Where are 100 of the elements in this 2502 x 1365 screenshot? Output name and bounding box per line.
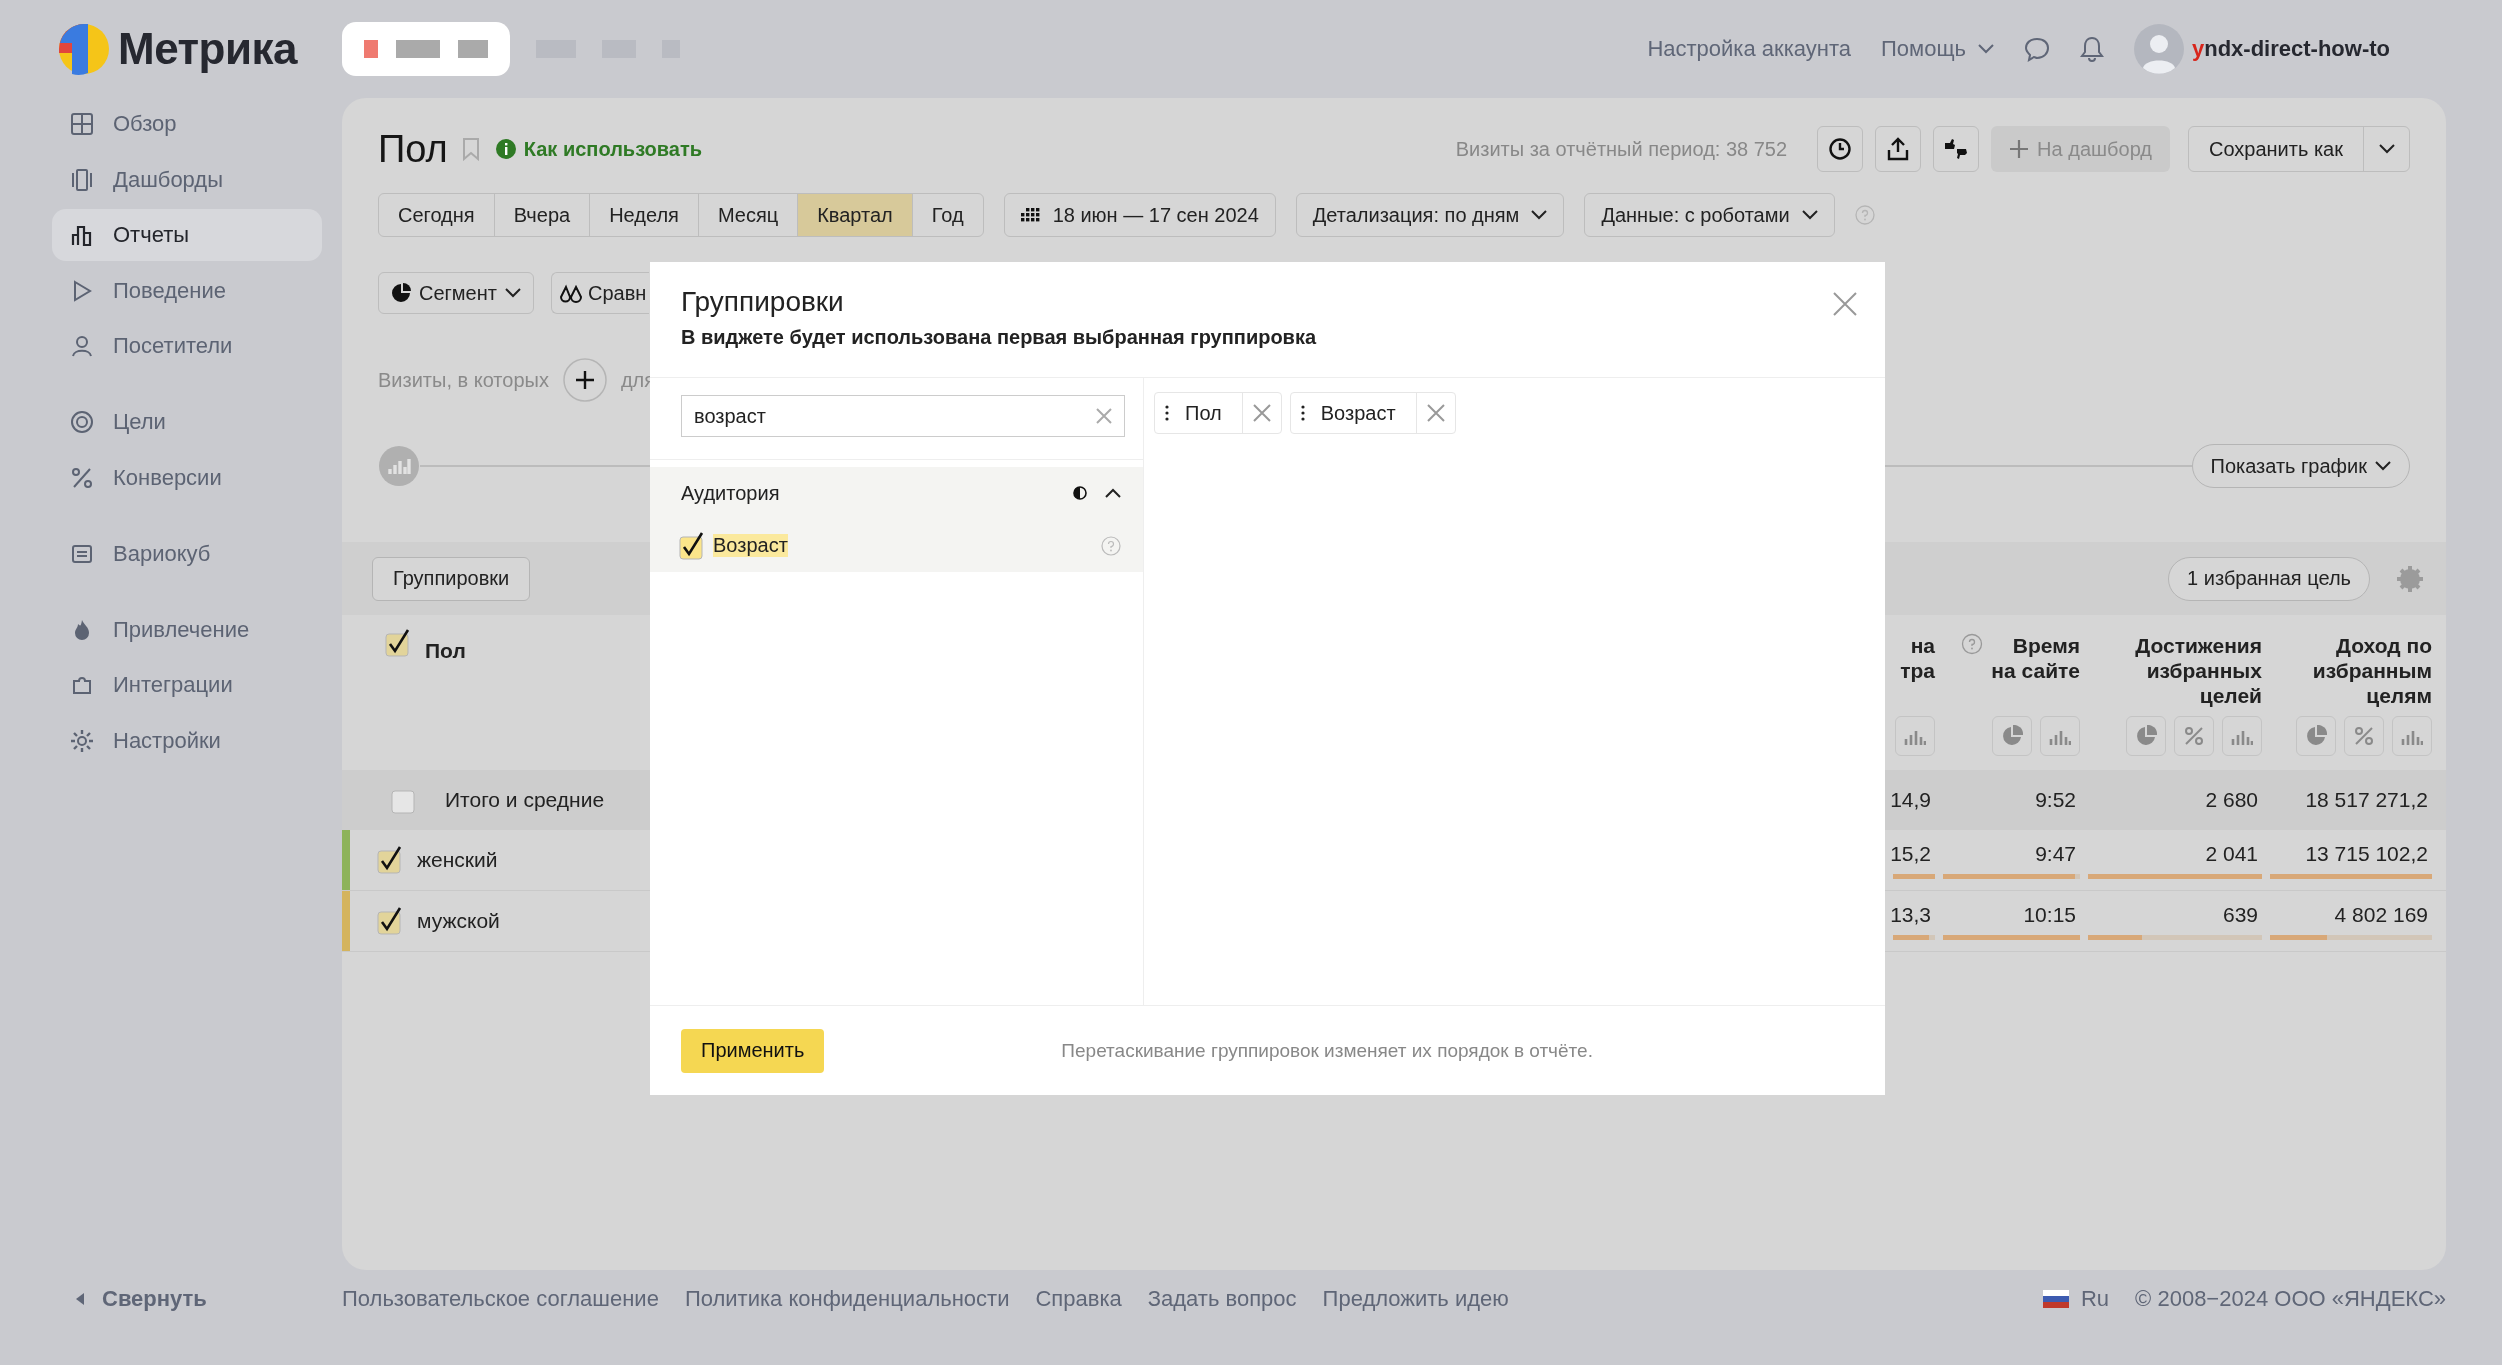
percent-icon xyxy=(2184,726,2204,746)
caret-icon xyxy=(2375,461,2391,471)
chevron-up-icon[interactable] xyxy=(1105,488,1121,498)
chat-icon[interactable] xyxy=(2024,36,2050,62)
row-label: Итого и средние xyxy=(445,788,605,812)
chart-toggle-button[interactable] xyxy=(2126,716,2166,756)
percent-icon xyxy=(70,465,94,490)
caret-icon xyxy=(2378,144,2395,154)
clear-icon[interactable] xyxy=(1096,408,1112,424)
person-icon xyxy=(70,334,94,358)
period-tab[interactable]: Сегодня xyxy=(379,194,495,236)
panels-icon xyxy=(70,167,94,192)
sidebar-item[interactable]: Цели xyxy=(52,396,322,448)
help-menu[interactable]: Помощь xyxy=(1881,36,1994,62)
export-button[interactable] xyxy=(1875,126,1922,172)
bell-icon[interactable] xyxy=(2080,36,2104,62)
sidebar-item[interactable]: Интеграции xyxy=(52,659,322,711)
date-range-button[interactable]: 18 июн — 17 сен 2024 xyxy=(1003,193,1276,237)
checkbox[interactable] xyxy=(679,531,705,560)
table-cell-text: 13 715 102,2 xyxy=(2305,841,2429,866)
add-condition-icon[interactable] xyxy=(562,358,607,402)
hint-text: Перетаскивание группировок изменяет их порядок в отчёте. xyxy=(1061,1039,1593,1062)
chart-toggle-button[interactable] xyxy=(2174,716,2214,756)
sidebar-item[interactable]: Отчеты xyxy=(52,209,322,261)
drag-handle-icon xyxy=(1300,405,1305,421)
table-cell-text: 639 xyxy=(2222,902,2259,927)
drag-handle-icon xyxy=(1165,405,1169,421)
period-tab[interactable]: Неделя xyxy=(590,194,699,236)
data-dropdown[interactable]: Данные: с роботами xyxy=(1584,193,1835,237)
apply-button[interactable]: Применить xyxy=(681,1028,825,1073)
percent-icon xyxy=(2354,726,2374,746)
period-tab[interactable]: Вчера xyxy=(494,194,591,236)
chart-toggle-button[interactable] xyxy=(2222,716,2262,756)
search-field[interactable]: возраст xyxy=(681,395,1125,437)
footer-link[interactable]: Задать вопрос xyxy=(1147,1285,1297,1312)
help-icon[interactable] xyxy=(1101,535,1121,556)
checkbox[interactable] xyxy=(377,907,403,935)
detail-dropdown[interactable]: Детализация: по дням xyxy=(1295,193,1565,237)
chart-icon[interactable] xyxy=(378,445,420,487)
table-cell-text: 9:52 xyxy=(2035,788,2077,812)
filter-label: Визиты, в которых xyxy=(378,368,549,392)
language-link[interactable]: Ru xyxy=(2081,1285,2110,1312)
flag-icon[interactable] xyxy=(2043,1289,2069,1308)
pie-icon xyxy=(2135,725,2157,747)
pie-icon xyxy=(2305,725,2327,747)
info-icon xyxy=(495,139,516,159)
period-tab[interactable]: Год xyxy=(912,194,983,236)
table-cell-text: 15,2 xyxy=(1890,841,1932,866)
history-button[interactable] xyxy=(1817,126,1864,172)
feedback-button[interactable] xyxy=(1933,126,1980,172)
bookmark-icon[interactable] xyxy=(461,137,480,161)
sidebar-item[interactable]: Привлечение xyxy=(52,603,322,656)
table-cell-text: 2 680 xyxy=(2205,788,2259,812)
close-icon xyxy=(1252,404,1271,422)
chart-toggle-button[interactable] xyxy=(2392,716,2432,756)
table-cell-text: 2 041 xyxy=(2205,841,2259,866)
sidebar-item[interactable]: Поведение xyxy=(52,264,322,317)
sidebar-item[interactable]: Обзор xyxy=(52,98,322,150)
sidebar-item[interactable]: Дашборды xyxy=(52,153,322,206)
drops-icon xyxy=(559,283,582,303)
avatar-icon[interactable] xyxy=(2134,24,2184,74)
help-icon[interactable] xyxy=(1961,633,1983,655)
blurred-tab[interactable] xyxy=(342,22,510,76)
logo-text: Метрика xyxy=(118,24,297,74)
user-name[interactable]: yndx-direct-how-to xyxy=(2192,36,2390,62)
chart-toggle-button[interactable] xyxy=(1895,716,1935,756)
section-title[interactable]: Аудитория xyxy=(681,481,780,505)
sidebar-item[interactable]: Конверсии xyxy=(52,451,322,504)
compare-button[interactable]: Сравн xyxy=(550,272,649,314)
period-tab[interactable]: Квартал xyxy=(798,194,913,236)
sidebar-item[interactable]: Настройки xyxy=(52,714,322,767)
footer-link[interactable]: Предложить идею xyxy=(1322,1285,1509,1312)
copyright: © 2008−2024 ООО «ЯНДЕКС» xyxy=(2135,1285,2446,1312)
column-heading: Доход по избранным целям xyxy=(2311,633,2432,708)
footer-link[interactable]: Пользовательское соглашение xyxy=(342,1285,659,1312)
close-icon[interactable] xyxy=(1833,292,1857,316)
caret-icon xyxy=(1531,210,1548,220)
help-link[interactable]: Как использовать xyxy=(495,137,703,161)
segment-button[interactable]: Сегмент xyxy=(378,272,534,314)
option-label[interactable]: Возраст xyxy=(713,534,788,557)
groupings-button[interactable]: Группировки xyxy=(372,556,531,601)
checkbox[interactable] xyxy=(377,846,403,874)
footer-link[interactable]: Справка xyxy=(1035,1285,1122,1312)
table-cell-text: 10:15 xyxy=(2023,902,2077,927)
checkbox[interactable] xyxy=(385,629,411,657)
upload-icon xyxy=(1886,136,1911,162)
table-cell-text: 18 517 271,2 xyxy=(2305,788,2429,812)
chart-toggle-button[interactable] xyxy=(2040,716,2080,756)
chart-toggle-button[interactable] xyxy=(1992,716,2032,756)
sidebar-item[interactable]: Посетители xyxy=(52,320,322,372)
account-settings-link[interactable]: Настройка аккаунта xyxy=(1647,36,1851,62)
collapse-button[interactable]: Свернуть xyxy=(76,1285,207,1312)
contrast-icon[interactable] xyxy=(1073,486,1087,500)
sidebar-item[interactable]: Вариокуб xyxy=(52,527,322,580)
column-heading: Достижения избранных целей xyxy=(2134,633,2262,708)
chart-toggle-button[interactable] xyxy=(2296,716,2336,756)
show-chart-button[interactable]: Показать график xyxy=(2191,444,2410,488)
chart-toggle-button[interactable] xyxy=(2344,716,2384,756)
footer-link[interactable]: Политика конфиденциальности xyxy=(684,1285,1010,1312)
favorite-goals-button[interactable]: 1 избранная цель xyxy=(2168,556,2370,601)
